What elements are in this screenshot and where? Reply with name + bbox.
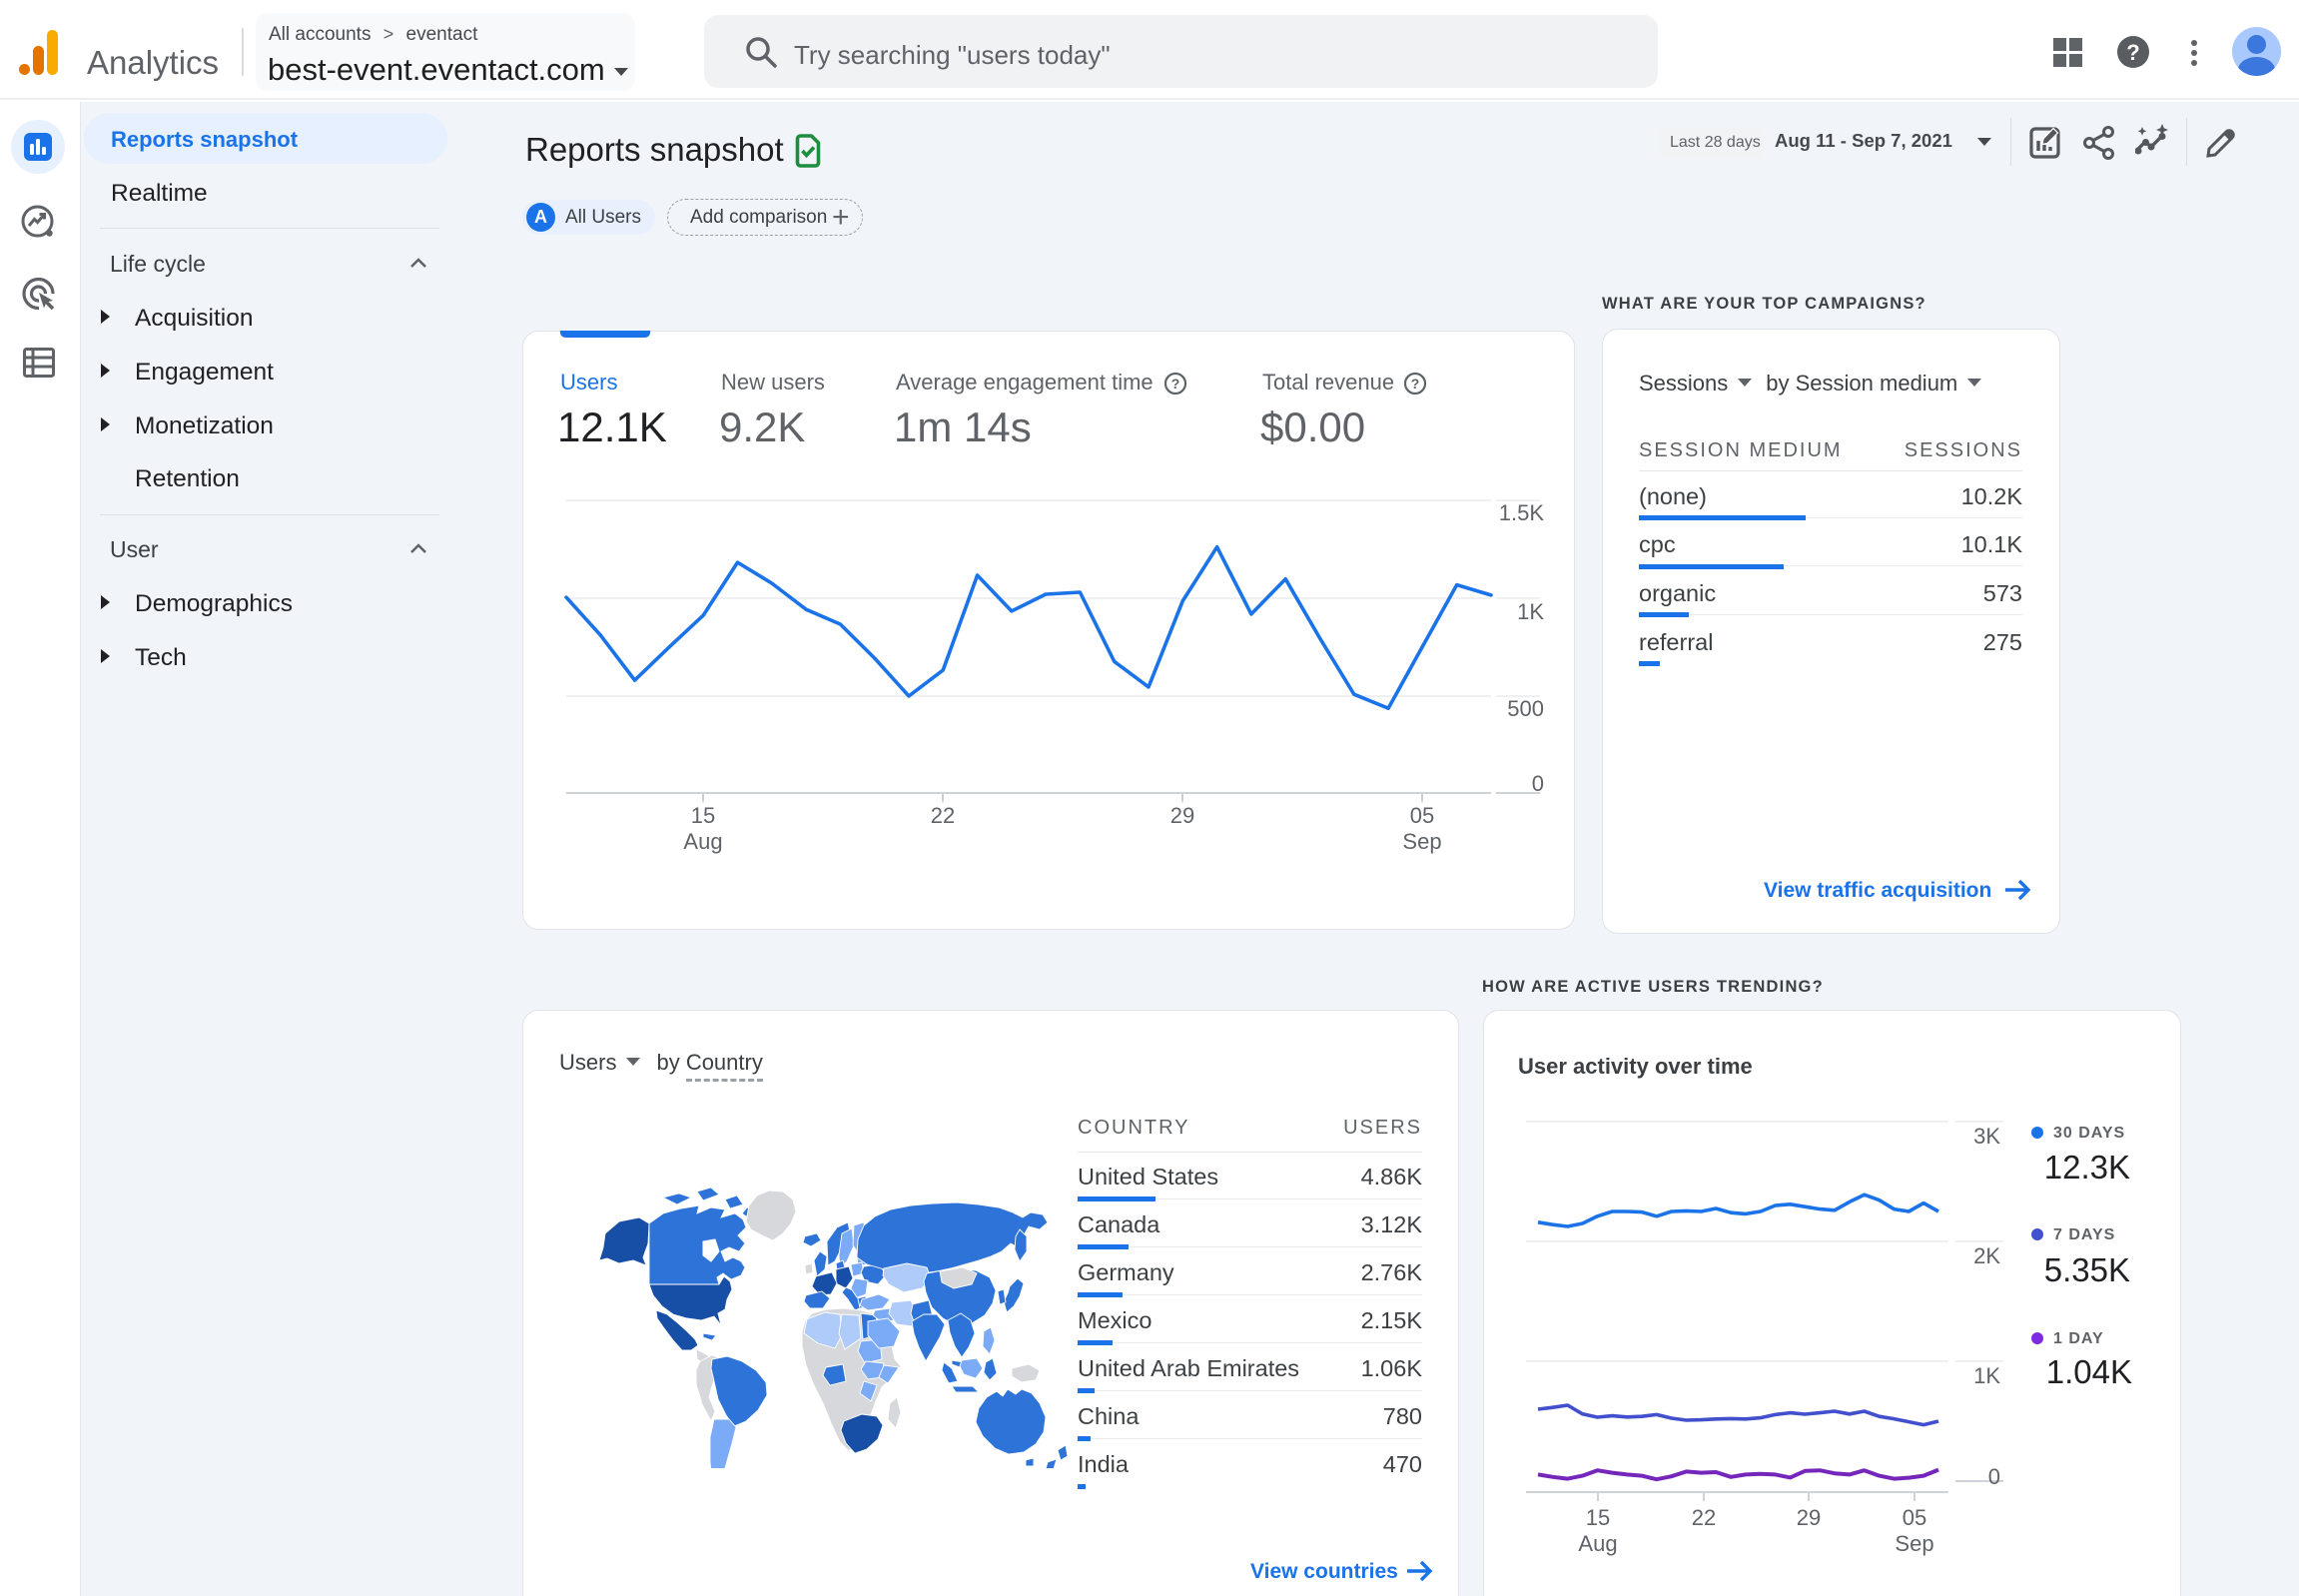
svg-text:1K: 1K	[1517, 599, 1544, 624]
svg-text:1.5K: 1.5K	[1499, 500, 1545, 525]
svg-text:Sep: Sep	[1895, 1531, 1933, 1556]
svg-text:15: 15	[1586, 1505, 1610, 1530]
svg-text:3K: 3K	[1973, 1124, 2000, 1149]
svg-text:15: 15	[691, 803, 715, 828]
svg-text:500: 500	[1507, 696, 1544, 721]
svg-text:Sep: Sep	[1402, 829, 1441, 854]
svg-text:Aug: Aug	[1578, 1531, 1617, 1556]
svg-text:05: 05	[1903, 1505, 1926, 1530]
svg-text:05: 05	[1410, 803, 1434, 828]
svg-text:0: 0	[1532, 771, 1544, 796]
svg-text:Aug: Aug	[683, 829, 722, 854]
svg-text:0: 0	[1988, 1464, 2000, 1489]
svg-text:29: 29	[1170, 803, 1194, 828]
svg-text:22: 22	[1692, 1505, 1716, 1530]
svg-text:22: 22	[931, 803, 955, 828]
svg-text:29: 29	[1797, 1505, 1821, 1530]
